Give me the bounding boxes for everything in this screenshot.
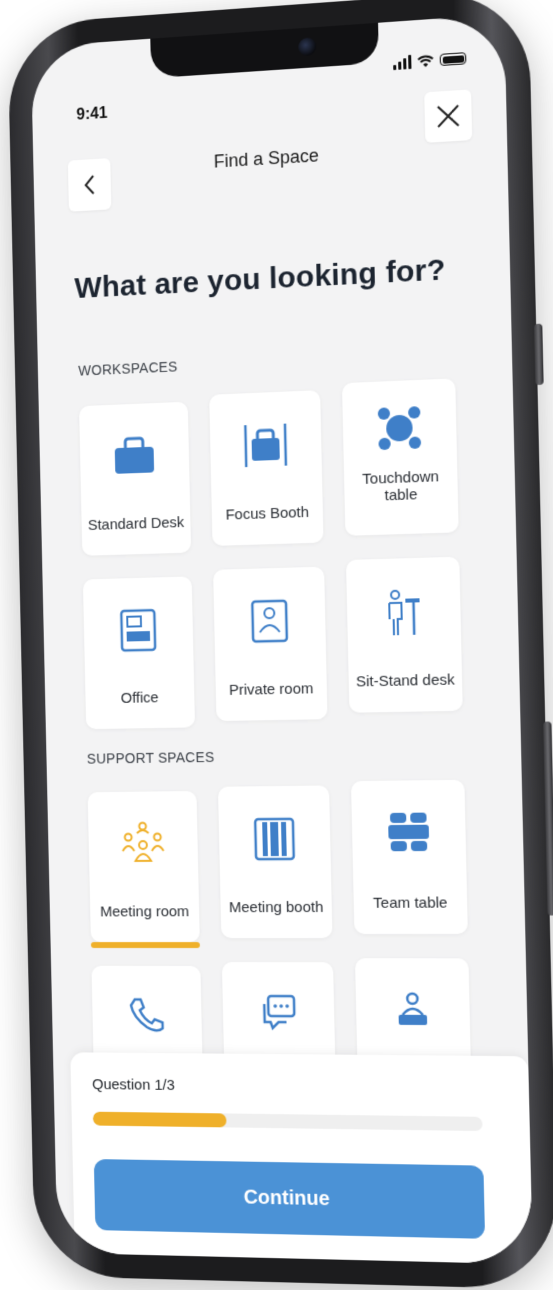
tile-label: Office [89, 689, 190, 708]
camera-icon [298, 37, 316, 56]
question-counter: Question 1/3 [92, 1076, 175, 1094]
sit-stand-desk-icon [383, 588, 425, 637]
tile-private-room[interactable]: Private room [213, 567, 327, 721]
progress-bar [93, 1112, 483, 1131]
tile-meeting-room[interactable]: Meeting room [88, 791, 200, 942]
tile-focus-booth[interactable]: Focus Booth [209, 390, 323, 546]
tile-label: Team table [358, 894, 464, 911]
tile-label: Private room [220, 680, 323, 699]
wifi-icon [417, 54, 434, 68]
tile-label: Standard Desk [85, 514, 186, 534]
tile-label: Sit-Stand desk [353, 671, 459, 690]
progress-fill [93, 1112, 227, 1128]
tile-label: Touchdown table [348, 468, 454, 506]
tile-label: Meeting room [94, 903, 195, 920]
office-icon [118, 607, 158, 653]
status-time: 9:41 [76, 105, 107, 125]
tile-team-table[interactable]: Team table [351, 780, 468, 934]
tile-label: Focus Booth [216, 504, 319, 524]
bottom-sheet: Question 1/3 Continue [70, 1052, 533, 1264]
close-button[interactable] [424, 89, 472, 143]
section-label-workspaces: WORKSPACES [78, 358, 178, 378]
meeting-room-icon [120, 821, 166, 867]
headline: What are you looking for? [74, 253, 446, 306]
section-label-support-spaces: SUPPORT SPACES [87, 749, 215, 767]
stage: 9:41 Find a Space What are you looking f… [0, 0, 553, 1290]
phone-icon [127, 995, 167, 1035]
desk-icon [112, 433, 158, 478]
tile-label: Meeting booth [224, 899, 328, 916]
signal-icon [393, 55, 412, 70]
touchdown-table-icon [376, 404, 424, 452]
tile-office[interactable]: Office [83, 576, 195, 729]
private-room-icon [249, 598, 290, 645]
screen: 9:41 Find a Space What are you looking f… [31, 14, 533, 1264]
tile-standard-desk[interactable]: Standard Desk [79, 402, 191, 556]
phone-frame: 9:41 Find a Space What are you looking f… [7, 0, 553, 1290]
meeting-booth-icon [252, 816, 297, 862]
status-icons [393, 51, 466, 70]
notch [150, 23, 379, 79]
side-button [534, 324, 544, 386]
battery-icon [440, 52, 467, 66]
continue-button[interactable]: Continue [94, 1159, 485, 1239]
tile-sit-stand-desk[interactable]: Sit-Stand desk [346, 557, 463, 713]
chat-icon [258, 992, 299, 1032]
reception-icon [392, 988, 433, 1029]
booth-icon [242, 422, 289, 470]
close-icon [435, 102, 462, 130]
team-table-icon [386, 811, 432, 854]
tile-touchdown-table[interactable]: Touchdown table [342, 378, 459, 536]
power-button [543, 721, 553, 915]
tile-meeting-booth[interactable]: Meeting booth [218, 785, 333, 938]
